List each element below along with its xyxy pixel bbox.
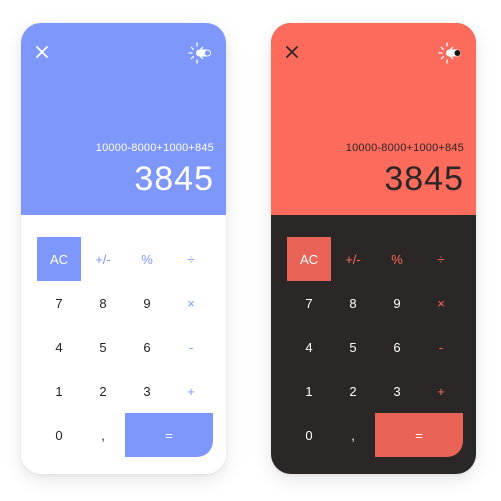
digit-4-button[interactable]: 4: [287, 325, 331, 369]
result-text: 3845: [384, 160, 464, 198]
ac-button[interactable]: AC: [287, 237, 331, 281]
sign-toggle-button[interactable]: +/-: [81, 237, 125, 281]
sign-toggle-button[interactable]: +/-: [331, 237, 375, 281]
equals-button[interactable]: =: [125, 413, 213, 457]
keypad: AC +/- % ÷ 7 8 9 × 4 5 6 - 1 2 3 + 0 , =: [287, 237, 463, 457]
expression-text: 10000-8000+1000+845: [345, 142, 464, 154]
multiply-button[interactable]: ×: [419, 281, 463, 325]
digit-8-button[interactable]: 8: [81, 281, 125, 325]
theme-toggle-icon[interactable]: [188, 42, 212, 64]
percent-button[interactable]: %: [125, 237, 169, 281]
expression-text: 10000-8000+1000+845: [95, 142, 214, 154]
digit-1-button[interactable]: 1: [287, 369, 331, 413]
theme-toggle-icon[interactable]: [438, 42, 462, 64]
digit-6-button[interactable]: 6: [125, 325, 169, 369]
minus-button[interactable]: -: [169, 325, 213, 369]
digit-4-button[interactable]: 4: [37, 325, 81, 369]
keypad: AC +/- % ÷ 7 8 9 × 4 5 6 - 1 2 3 + 0 , =: [37, 237, 213, 457]
digit-7-button[interactable]: 7: [37, 281, 81, 325]
digit-2-button[interactable]: 2: [331, 369, 375, 413]
calculator-light: 10000-8000+1000+845 3845 AC +/- % ÷ 7 8 …: [21, 23, 226, 474]
decimal-button[interactable]: ,: [331, 413, 375, 457]
digit-9-button[interactable]: 9: [375, 281, 419, 325]
plus-button[interactable]: +: [169, 369, 213, 413]
display-panel: 10000-8000+1000+845 3845: [21, 23, 226, 215]
digit-5-button[interactable]: 5: [331, 325, 375, 369]
plus-button[interactable]: +: [419, 369, 463, 413]
divide-button[interactable]: ÷: [169, 237, 213, 281]
close-icon[interactable]: [35, 45, 49, 59]
digit-5-button[interactable]: 5: [81, 325, 125, 369]
ac-button[interactable]: AC: [37, 237, 81, 281]
digit-8-button[interactable]: 8: [331, 281, 375, 325]
digit-9-button[interactable]: 9: [125, 281, 169, 325]
digit-3-button[interactable]: 3: [125, 369, 169, 413]
digit-1-button[interactable]: 1: [37, 369, 81, 413]
calculator-dark: 10000-8000+1000+845 3845 AC +/- % ÷ 7 8 …: [271, 23, 476, 474]
digit-3-button[interactable]: 3: [375, 369, 419, 413]
equals-button[interactable]: =: [375, 413, 463, 457]
percent-button[interactable]: %: [375, 237, 419, 281]
digit-0-button[interactable]: 0: [37, 413, 81, 457]
minus-button[interactable]: -: [419, 325, 463, 369]
digit-7-button[interactable]: 7: [287, 281, 331, 325]
digit-0-button[interactable]: 0: [287, 413, 331, 457]
multiply-button[interactable]: ×: [169, 281, 213, 325]
decimal-button[interactable]: ,: [81, 413, 125, 457]
digit-2-button[interactable]: 2: [81, 369, 125, 413]
close-icon[interactable]: [285, 45, 299, 59]
result-text: 3845: [134, 160, 214, 198]
divide-button[interactable]: ÷: [419, 237, 463, 281]
display-panel: 10000-8000+1000+845 3845: [271, 23, 476, 215]
digit-6-button[interactable]: 6: [375, 325, 419, 369]
